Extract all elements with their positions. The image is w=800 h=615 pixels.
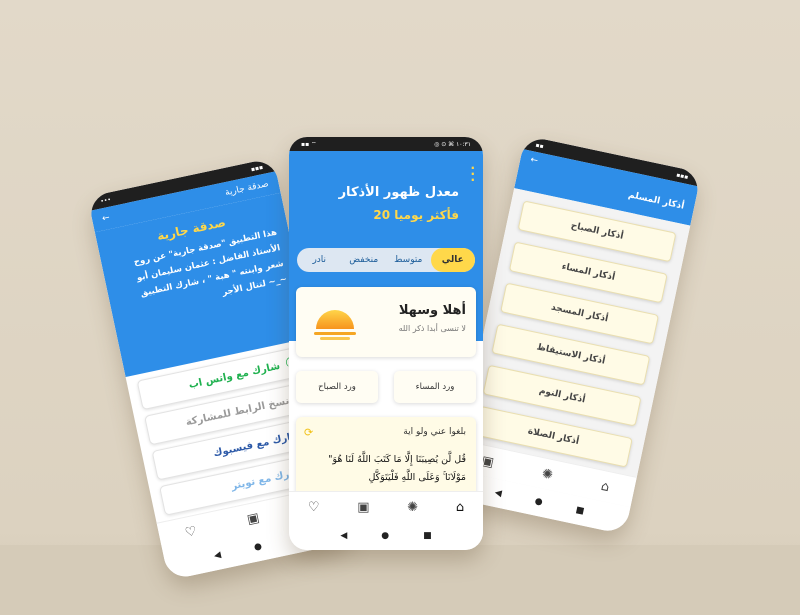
home-icon[interactable]: ⌂ xyxy=(600,478,611,494)
frequency-rate: 20 فأكثر يوميا xyxy=(373,208,459,222)
status-left: ▪▪ ⌔ xyxy=(301,141,317,148)
evening-wird-button[interactable]: ورد المساء xyxy=(394,371,476,403)
phone-home-screen: ▪▪ ⌔ ◎ ⊙ ⌘ ١٠:٣١ · · · معدل ظهور الأذكار 2… xyxy=(289,137,483,550)
status-bar: ▪▪ ⌔ ◎ ⊙ ⌘ ١٠:٣١ xyxy=(289,137,483,151)
home-icon[interactable]: ⌂ xyxy=(456,500,464,515)
segment-high[interactable]: عالي xyxy=(430,248,475,272)
settings-icon[interactable]: ✺ xyxy=(541,466,555,483)
segment-low[interactable]: منخفض xyxy=(342,255,387,265)
status-right: ▪▪▪ xyxy=(250,163,264,173)
system-nav-bar: ◀ ● ■ xyxy=(289,522,483,550)
floor-backdrop xyxy=(0,545,800,615)
nav-recent-icon[interactable]: ■ xyxy=(423,531,432,541)
status-left: ••• xyxy=(99,195,112,205)
frequency-selector: عالي متوسط منخفض نادر xyxy=(297,248,475,272)
copy-link-label: نسخ الرابط للمشاركة xyxy=(184,395,291,428)
nav-back-icon[interactable]: ◀ xyxy=(213,550,222,561)
bottom-tab-bar: ♡ ▣ ✺ ⌂ xyxy=(289,491,483,522)
quote-title: بلغوا عني ولو اية xyxy=(403,427,466,437)
folder-star-icon[interactable]: ▣ xyxy=(246,510,261,527)
quote-text: "قُل لَّن يُصِيبَنَا إِلَّا مَا كَتَبَ ا… xyxy=(328,454,466,483)
nav-home-icon[interactable]: ● xyxy=(534,496,544,507)
segment-medium[interactable]: متوسط xyxy=(386,255,431,265)
nav-back-icon[interactable]: ◀ xyxy=(340,531,347,541)
settings-icon[interactable]: ✺ xyxy=(407,500,418,515)
morning-wird-button[interactable]: ورد الصباح xyxy=(296,371,378,403)
nav-recent-icon[interactable]: ■ xyxy=(575,505,585,517)
heart-hand-icon[interactable]: ♡ xyxy=(308,500,320,515)
nav-back-icon[interactable]: ◀ xyxy=(494,488,503,499)
segment-rare[interactable]: نادر xyxy=(297,255,342,265)
back-arrow-icon[interactable]: ← xyxy=(101,213,110,224)
phone-azkar-list-screen: ▪▪ ▪▪▪ ← أذكار المسلم أذكار الصباح أذكار… xyxy=(448,135,702,535)
status-right: ◎ ⊙ ⌘ ١٠:٣١ xyxy=(434,140,471,148)
folder-star-icon[interactable]: ▣ xyxy=(357,500,369,515)
refresh-icon[interactable]: ⟳ xyxy=(304,426,313,439)
frequency-title: معدل ظهور الأذكار xyxy=(338,185,459,200)
nav-home-icon[interactable]: ● xyxy=(253,541,263,552)
app-bar-title: صدقة جارية xyxy=(224,179,270,199)
more-menu-icon[interactable]: · · · xyxy=(470,162,475,186)
status-right: ▪▪▪ xyxy=(675,171,690,181)
sunrise-icon xyxy=(314,310,356,340)
status-left: ▪▪ xyxy=(534,141,545,150)
share-whatsapp-label: شارك مع واتس اب xyxy=(187,360,282,391)
welcome-card: أهلا وسهلا لا تنسى أبدا ذكر الله xyxy=(296,287,476,357)
heart-hand-icon[interactable]: ♡ xyxy=(184,523,199,540)
nav-home-icon[interactable]: ● xyxy=(381,531,389,541)
